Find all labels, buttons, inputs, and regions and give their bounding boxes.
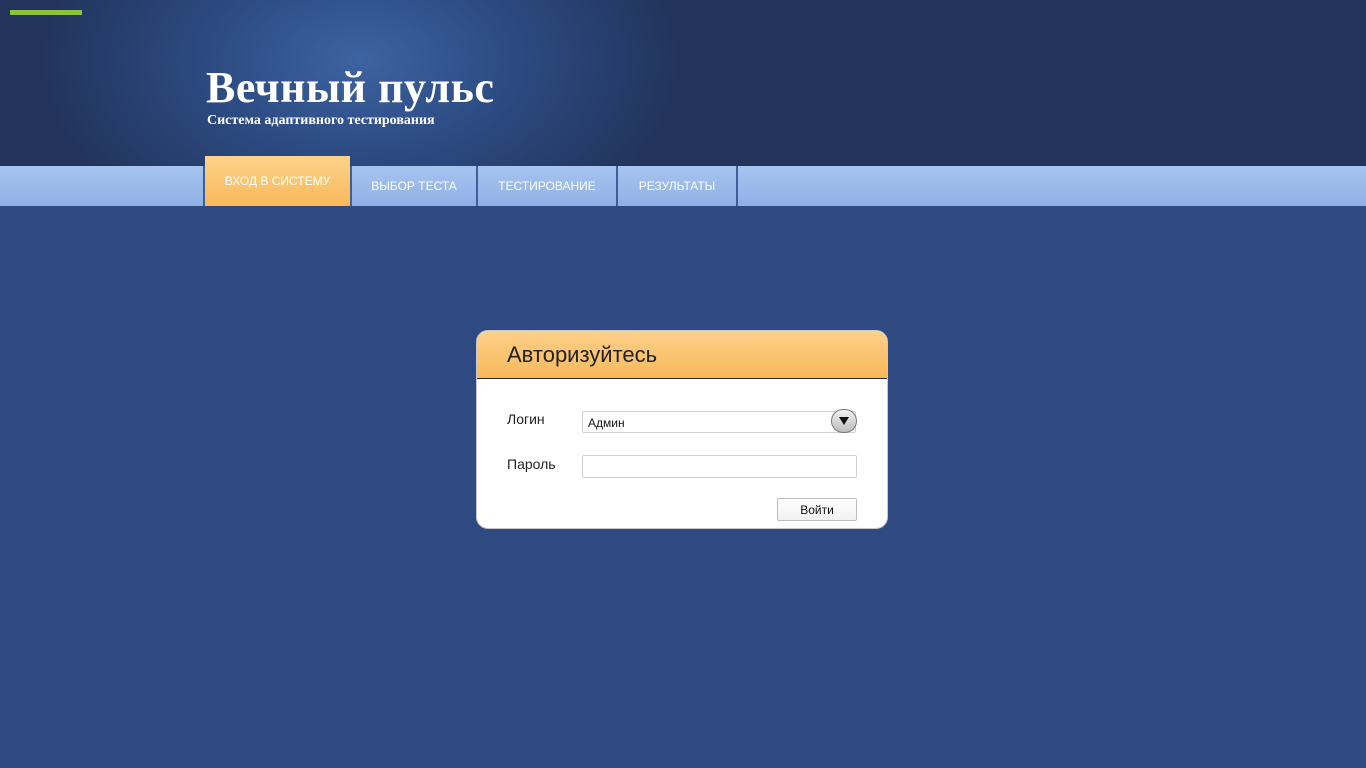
login-panel-title: Авторизуйтесь (507, 342, 658, 367)
password-label: Пароль (507, 456, 556, 472)
login-panel: Авторизуйтесь Логин Админ Пароль Войти (476, 330, 888, 529)
password-input[interactable] (582, 455, 857, 478)
page: Вечный пульс Система адаптивного тестиро… (0, 0, 1366, 768)
nav-separator (736, 166, 738, 206)
tab-login[interactable]: ВХОД В СИСТЕМУ (205, 156, 350, 206)
login-select-value: Админ (588, 416, 625, 430)
site-header: Вечный пульс Система адаптивного тестиро… (0, 0, 1366, 166)
tab-test-selection[interactable]: ВЫБОР ТЕСТА (352, 166, 476, 206)
triangle-down-icon[interactable] (831, 409, 857, 433)
site-title: Вечный пульс (206, 63, 495, 112)
login-label: Логин (507, 411, 545, 427)
login-button[interactable]: Войти (777, 498, 857, 521)
login-panel-header: Авторизуйтесь (477, 331, 887, 379)
accent-bar (10, 10, 82, 15)
tab-results[interactable]: РЕЗУЛЬТАТЫ (618, 166, 736, 206)
tab-testing[interactable]: ТЕСТИРОВАНИЕ (478, 166, 616, 206)
login-select[interactable]: Админ (582, 409, 857, 433)
site-subtitle: Система адаптивного тестирования (207, 113, 435, 128)
